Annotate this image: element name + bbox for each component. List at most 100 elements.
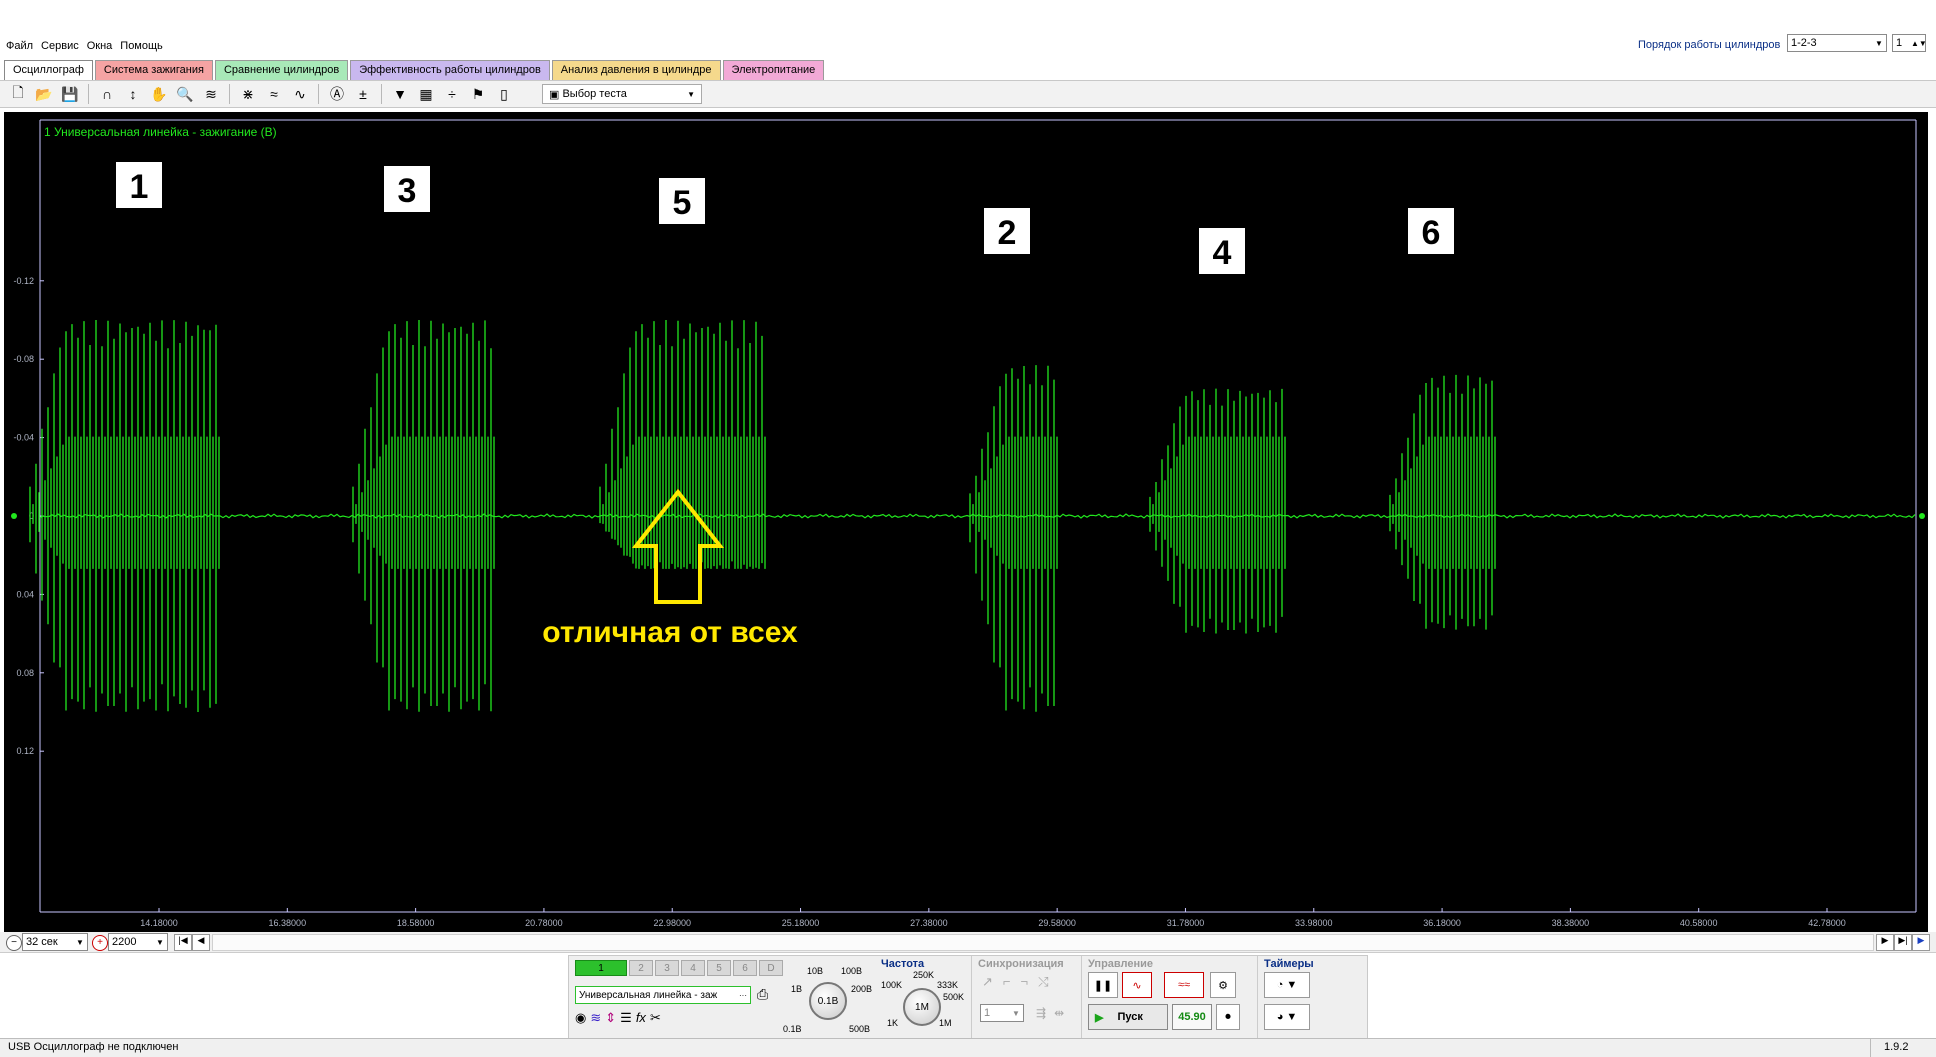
cylinder-count-spinner[interactable]: 1 ▲▼: [1892, 34, 1927, 52]
ignition-burst-3: [599, 320, 766, 569]
oscilloscope-display[interactable]: -0.12 -0.08 -0.04 0 0.04 0.08 0.12 14.18000 16.3…: [4, 112, 1928, 932]
step-down-icon[interactable]: ¬: [1021, 974, 1029, 990]
sync-auto-icon[interactable]: ⤭: [1038, 974, 1048, 990]
cursor-icon[interactable]: ↕: [121, 83, 145, 105]
horizontal-scroll[interactable]: − 32 сек ▼ + 2200 ▼ |◀ ◀ ▶ ▶| ▶: [0, 932, 1936, 953]
timer-button[interactable]: ◔ ▼: [1264, 972, 1310, 998]
cylinder-label: 2: [998, 214, 1017, 252]
play-icon[interactable]: ▶: [1912, 934, 1930, 951]
loop-icon[interactable]: ∩: [95, 83, 119, 105]
waveform-icon[interactable]: ≋: [590, 1010, 601, 1026]
menu-help[interactable]: Помощь: [120, 40, 163, 52]
zoom-out-icon[interactable]: −: [6, 935, 22, 951]
more-icon: ···: [739, 990, 747, 1000]
function-icon[interactable]: fx: [636, 1010, 646, 1026]
tab-strip: Осциллограф Система зажигания Сравнение …: [4, 60, 825, 80]
step-back-icon[interactable]: ◀: [192, 934, 210, 951]
grid-icon[interactable]: ▦: [414, 83, 438, 105]
hand-icon[interactable]: ✋: [147, 83, 171, 105]
go-last-icon[interactable]: ▶|: [1894, 934, 1912, 951]
sine-mode-button[interactable]: ∿: [1122, 972, 1152, 998]
y-tick-label: 0.04: [16, 589, 34, 599]
zero-icon[interactable]: ±: [351, 83, 375, 105]
channel-button-1[interactable]: 1: [575, 960, 627, 976]
level-icon[interactable]: ⇶: [1036, 1006, 1046, 1020]
go-first-icon[interactable]: |◀: [174, 934, 192, 951]
time-range-select[interactable]: 32 сек ▼: [22, 933, 88, 951]
auto-icon[interactable]: Ⓐ: [325, 83, 349, 105]
probe-settings-icon[interactable]: ⎙: [757, 986, 768, 1003]
document-icon[interactable]: ▯: [492, 83, 516, 105]
eye-icon[interactable]: ◉: [575, 1010, 586, 1026]
channel-button-2[interactable]: 2: [629, 960, 653, 976]
noise-mode-button[interactable]: ≈≈: [1164, 972, 1204, 998]
lines-icon[interactable]: ☰: [620, 1010, 632, 1026]
tab-cylinder-compare[interactable]: Сравнение цилиндров: [214, 60, 349, 80]
frequency-knob[interactable]: 1М: [903, 988, 941, 1026]
chevron-down-icon: ▼: [1012, 1008, 1020, 1018]
pretrigger-icon[interactable]: ⇹: [1054, 1006, 1064, 1020]
menu-file[interactable]: Файл: [6, 40, 33, 52]
chevron-down-icon: ▼: [156, 937, 164, 947]
auto-record-button[interactable]: ⏺: [1216, 1004, 1240, 1030]
channel-button-6[interactable]: 6: [733, 960, 757, 976]
zero-marker-right: [1919, 513, 1925, 519]
toolbar: 🗋 📂 💾 ∩ ↕ ✋ 🔍 ≋ ⋇ ≈ ∿ Ⓐ ± ▼ ▦ ÷ ⚑ ▯ ▣ Вы…: [0, 80, 1936, 108]
step-up-icon[interactable]: ⌐: [1003, 974, 1011, 990]
scroll-track[interactable]: [212, 934, 1874, 951]
sensitivity-knob[interactable]: 0.1В: [809, 982, 847, 1020]
funnel-icon[interactable]: ▼: [388, 83, 412, 105]
auto-gear-button[interactable]: ⚙: [1210, 972, 1236, 998]
annotation-text: отличная от всех: [542, 616, 798, 649]
frequency-title: Частота: [881, 958, 925, 970]
channel-button-3[interactable]: 3: [655, 960, 679, 976]
rise-edge-icon[interactable]: ↗: [982, 974, 993, 990]
zero-marker-left: [11, 513, 17, 519]
start-button[interactable]: ▶ Пуск: [1088, 1004, 1168, 1030]
tab-ignition[interactable]: Система зажигания: [94, 60, 213, 80]
x-tick-label: 38.38000: [1552, 918, 1590, 928]
sync-channel-select[interactable]: 1 ▼: [980, 1004, 1024, 1022]
timer-play-button[interactable]: ◕ ▼: [1264, 1004, 1310, 1030]
tab-cylinder-efficiency[interactable]: Эффективность работы цилиндров: [350, 60, 550, 80]
stopwatch-icon: ◔ ▼: [1276, 979, 1298, 991]
divider-icon[interactable]: ÷: [440, 83, 464, 105]
ignition-burst-4: [969, 365, 1058, 712]
tools-icon[interactable]: ✂: [650, 1010, 661, 1026]
wave-compare-icon[interactable]: ∿: [288, 83, 312, 105]
open-folder-icon[interactable]: 📂: [32, 83, 56, 105]
toolbar-separator: [229, 84, 230, 104]
samples-select[interactable]: 2200 ▼: [108, 933, 168, 951]
zoom-icon[interactable]: 🔍: [173, 83, 197, 105]
pause-button[interactable]: ❚❚: [1088, 972, 1118, 998]
menu-service[interactable]: Сервис: [41, 40, 79, 52]
x-tick-label: 29.58000: [1038, 918, 1076, 928]
zoom-in-icon[interactable]: +: [92, 935, 108, 951]
save-icon[interactable]: 💾: [58, 83, 82, 105]
channel-label: 1 Универсальная линейка - зажигание (В): [44, 125, 277, 139]
version-text: 1.9.2: [1884, 1041, 1909, 1053]
sine-icon: ∿: [1132, 979, 1142, 992]
wave-icon[interactable]: ≈: [262, 83, 286, 105]
channel-button-5[interactable]: 5: [707, 960, 731, 976]
spin-icon: ▲▼: [1911, 38, 1927, 48]
step-forward-icon[interactable]: ▶: [1876, 934, 1894, 951]
cylinder-label: 3: [398, 172, 417, 210]
filter-icon[interactable]: ⋇: [236, 83, 260, 105]
control-title: Управление: [1088, 958, 1154, 970]
test-select[interactable]: ▣ Выбор теста ▼: [542, 84, 702, 104]
flag-icon[interactable]: ⚑: [466, 83, 490, 105]
tab-oscilloscope[interactable]: Осциллограф: [4, 60, 93, 80]
channel-button-4[interactable]: 4: [681, 960, 705, 976]
vertical-scale-icon[interactable]: ⇕: [605, 1010, 616, 1026]
pause-icon: ❚❚: [1093, 979, 1113, 992]
menu-windows[interactable]: Окна: [87, 40, 113, 52]
tab-power-supply[interactable]: Электропитание: [722, 60, 825, 80]
new-file-icon[interactable]: 🗋: [6, 83, 30, 105]
x-tick-label: 22.98000: [653, 918, 691, 928]
cylinder-order-select[interactable]: 1-2-3 ▼: [1787, 34, 1887, 52]
tab-pressure-analysis[interactable]: Анализ давления в цилиндре: [551, 60, 721, 80]
channel-button-d[interactable]: D: [759, 960, 783, 976]
probe-select[interactable]: Универсальная линейка - заж ···: [575, 986, 751, 1004]
stack-icon[interactable]: ≋: [199, 83, 223, 105]
